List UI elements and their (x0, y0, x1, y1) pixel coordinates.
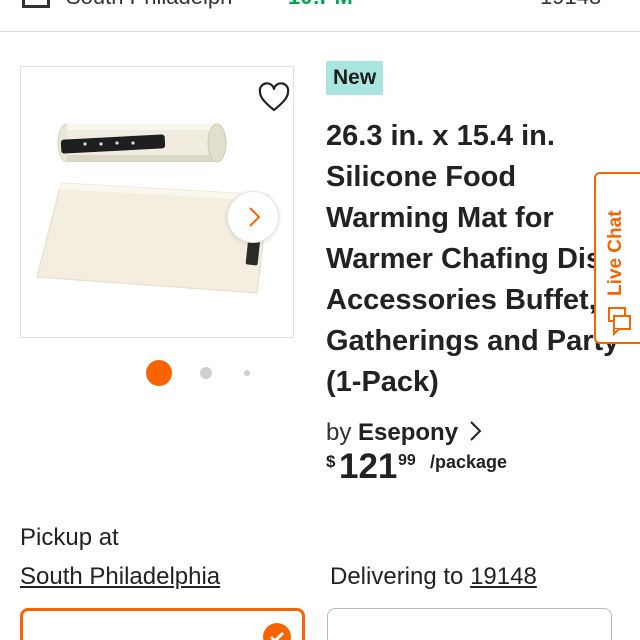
store-name[interactable]: South Philadelph (66, 0, 232, 10)
store-icon (22, 0, 50, 8)
chat-bubble-icon (608, 307, 631, 336)
pickup-label: Pickup at (20, 524, 119, 551)
next-image-button[interactable] (227, 191, 279, 243)
delivery-option-card[interactable] (327, 608, 612, 640)
header-zip[interactable]: 19148 (540, 0, 601, 10)
carousel-dot[interactable] (244, 370, 250, 376)
brand-row: by Esepony (326, 418, 483, 448)
delivering-zip-link[interactable]: 19148 (470, 563, 537, 590)
chevron-right-icon (470, 421, 482, 441)
price-cents: 99 (398, 452, 416, 469)
by-label: by (326, 419, 352, 446)
product-title: 26.3 in. x 15.4 in. Silicone Food Warmin… (326, 120, 620, 398)
store-hours: 10:PM (288, 0, 353, 10)
delivering-row: Delivering to 19148 (330, 563, 537, 591)
store-bar: South Philadelph 10:PM 19148 (0, 0, 640, 32)
product-image-gallery[interactable] (20, 66, 294, 338)
delivering-label: Delivering to (330, 563, 464, 590)
carousel-dot[interactable] (200, 367, 212, 379)
price-unit: /package (430, 452, 508, 472)
chevron-right-icon (249, 207, 261, 227)
live-chat-button[interactable]: Live Chat (594, 172, 640, 344)
live-chat-label: Live Chat (605, 210, 626, 296)
pickup-store-link[interactable]: South Philadelphia (20, 563, 220, 591)
new-badge: New (326, 61, 384, 95)
carousel-dot-active[interactable] (146, 360, 172, 386)
truck-icon (506, 0, 524, 6)
brand-link[interactable]: Esepony (358, 419, 458, 446)
check-circle-icon (263, 623, 291, 640)
carousel-dots (146, 360, 266, 386)
price-currency: $ (326, 452, 336, 471)
price-dollars: 121 (339, 447, 398, 486)
pickup-option-card[interactable] (20, 608, 305, 640)
favorite-heart-icon[interactable] (257, 81, 291, 115)
